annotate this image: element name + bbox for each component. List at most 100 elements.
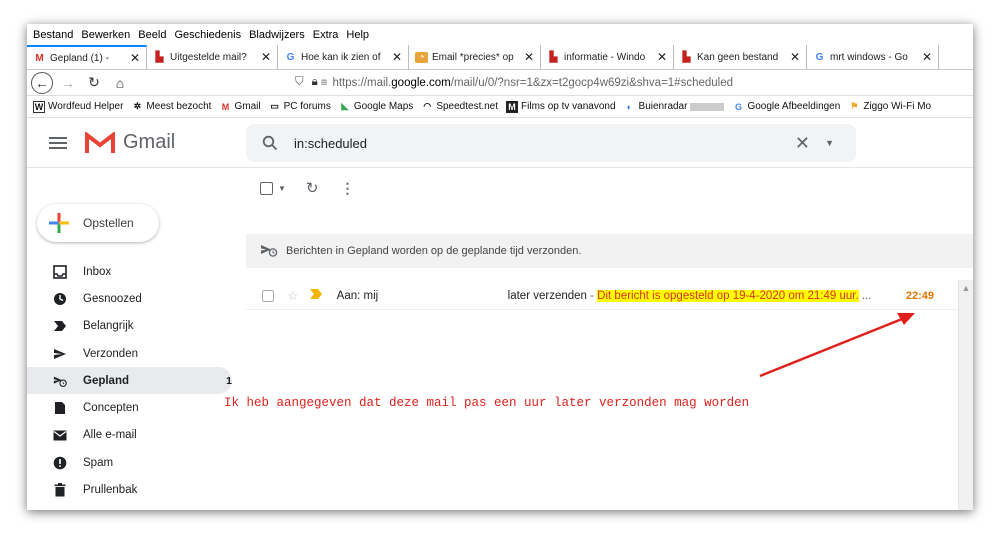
sidebar-item-verzonden[interactable]: Verzonden — [27, 340, 232, 367]
tab-label: Gepland (1) - — [50, 52, 109, 64]
unread-count: 1 — [226, 374, 232, 387]
tab-hoe-kan-ik-zien[interactable]: G Hoe kan ik zien of ✕ — [278, 45, 409, 69]
tab-kan-geen-bestand[interactable]: ▙ Kan geen bestand ✕ — [674, 45, 807, 69]
important-marker-icon[interactable] — [309, 289, 323, 302]
close-icon[interactable]: ✕ — [922, 50, 932, 64]
tab-label: mrt windows - Go — [830, 51, 908, 63]
sidebar-item-alle-email[interactable]: Alle e-mail — [27, 422, 232, 449]
bookmark-speedtest[interactable]: ◠ Speedtest.net — [421, 101, 498, 113]
annotation-text: Ik heb aangegeven dat deze mail pas een … — [224, 396, 750, 410]
bookmark-label: Google Maps — [353, 101, 414, 112]
scroll-up-icon[interactable]: ▲ — [959, 283, 973, 293]
close-icon[interactable]: ✕ — [657, 50, 667, 64]
bookmark-label: Ziggo Wi-Fi Mo — [863, 101, 932, 112]
bookmark-pc-forums[interactable]: ▭ PC forums — [269, 101, 331, 113]
folder-icon: ▭ — [270, 101, 279, 111]
tab-informatie-windows[interactable]: ▙ informatie - Windo ✕ — [541, 45, 674, 69]
sidebar-item-gesnoozed[interactable]: Gesnoozed — [27, 285, 232, 312]
tab-email-precies[interactable]: ◔ Email *precies* op ✕ — [409, 45, 541, 69]
bookmark-wordfeud[interactable]: W Wordfeud Helper — [33, 100, 123, 113]
star-icon[interactable]: ☆ — [287, 288, 299, 304]
compose-button[interactable]: Opstellen — [37, 204, 159, 242]
search-icon[interactable] — [260, 135, 280, 151]
menu-bestand[interactable]: Bestand — [33, 29, 73, 41]
menu-beeld[interactable]: Beeld — [138, 29, 166, 41]
plus-icon — [49, 213, 69, 233]
close-icon[interactable]: ✕ — [790, 50, 800, 64]
url-bar[interactable]: ⛉ 🔒︎ ≡ https://mail. google.com/mail/u/0/… — [295, 76, 733, 89]
row-checkbox[interactable] — [262, 289, 274, 302]
select-dropdown-icon[interactable]: ▼ — [278, 184, 286, 193]
bookmark-label: Meest bezocht — [146, 101, 212, 112]
lock-icon: 🔒︎ — [311, 76, 318, 88]
close-icon[interactable]: ✕ — [130, 51, 140, 65]
scheduled-send-icon — [260, 243, 278, 260]
forum-icon: ▙ — [682, 51, 691, 63]
search-options-dropdown-icon[interactable]: ▼ — [825, 138, 834, 148]
sidebar-item-label: Concepten — [83, 402, 139, 415]
gmail-logo-text: Gmail — [123, 131, 176, 153]
back-button[interactable]: ← — [31, 71, 53, 94]
clear-search-icon[interactable]: ✕ — [795, 133, 810, 154]
close-icon[interactable]: ✕ — [524, 50, 534, 64]
navigation-bar: ← → ↻ ⌂ ⛉ 🔒︎ ≡ https://mail. google.com/m… — [27, 70, 973, 96]
search-input[interactable] — [294, 135, 774, 151]
forward-arrow-icon: → — [61, 74, 75, 91]
sidebar-item-gepland[interactable]: Gepland 1 — [27, 367, 232, 395]
close-icon[interactable]: ✕ — [392, 50, 402, 64]
sidebar-item-prullenbak[interactable]: Prullenbak — [27, 476, 232, 503]
sidebar-item-belangrijk[interactable]: Belangrijk — [27, 313, 232, 340]
gear-icon: ✲ — [133, 101, 142, 111]
url-host: google.com — [391, 76, 451, 89]
menu-bewerken[interactable]: Bewerken — [81, 29, 130, 41]
bookmark-films[interactable]: M Films op tv vanavond — [506, 100, 616, 113]
tab-gepland[interactable]: M Gepland (1) - ✕ — [27, 45, 147, 69]
select-all-checkbox[interactable] — [260, 181, 273, 195]
speedometer-icon: ◠ — [423, 101, 432, 111]
bookmark-google-afbeeldingen[interactable]: G Google Afbeeldingen — [732, 101, 840, 113]
gmail-logo[interactable]: Gmail — [85, 131, 175, 154]
sidebar-item-label: Gepland — [83, 374, 130, 387]
compose-label: Opstellen — [83, 216, 134, 230]
home-icon: ⌂ — [115, 74, 125, 91]
bookmark-label: Films op tv vanavond — [521, 101, 616, 112]
bookmark-meest-bezocht[interactable]: ✲ Meest bezocht — [131, 101, 212, 113]
wordfeud-icon: W — [33, 100, 45, 113]
bookmark-google-maps[interactable]: ◣ Google Maps — [339, 101, 413, 113]
sidebar-item-inbox[interactable]: Inbox — [27, 258, 232, 285]
menu-extra[interactable]: Extra — [313, 29, 339, 41]
gmail-icon: M — [35, 52, 44, 64]
forward-button[interactable]: → — [57, 72, 79, 94]
google-icon: G — [286, 51, 295, 63]
reload-button[interactable]: ↻ — [83, 72, 105, 94]
table-row[interactable]: ☆ Aan: mij later verzenden - Dit bericht… — [246, 282, 958, 310]
tab-mrt-windows[interactable]: G mrt windows - Go ✕ — [807, 45, 939, 69]
bookmark-label: Google Afbeeldingen — [747, 101, 841, 112]
home-button[interactable]: ⌂ — [109, 72, 131, 94]
sidebar-item-concepten[interactable]: Concepten — [27, 394, 232, 421]
menu-geschiedenis[interactable]: Geschiedenis — [174, 29, 241, 41]
tab-uitgestelde-mail[interactable]: ▙ Uitgestelde mail? ✕ — [147, 45, 278, 69]
bookmark-buienradar[interactable]: ◐ Buienradar — [624, 101, 725, 113]
sidebar-item-spam[interactable]: Spam — [27, 449, 232, 476]
snooze-clock-icon — [53, 292, 67, 306]
scrollbar[interactable]: ▲ — [958, 280, 973, 510]
redacted-block — [690, 102, 725, 111]
scheduled-send-icon — [53, 374, 67, 388]
hamburger-menu-icon[interactable] — [49, 134, 67, 152]
inbox-icon — [53, 264, 67, 279]
bookmark-label: PC forums — [283, 101, 331, 112]
tv-icon: M — [506, 100, 519, 113]
menu-help[interactable]: Help — [346, 29, 369, 41]
tab-label: informatie - Windo — [564, 51, 646, 63]
reload-icon: ↻ — [88, 74, 100, 90]
bookmark-gmail[interactable]: M Gmail — [219, 101, 261, 113]
url-path: /mail/u/0/?nsr=1&zx=t2gocp4w69zi&shva=1#… — [450, 76, 733, 89]
bookmark-ziggo[interactable]: ⚑ Ziggo Wi-Fi Mo — [848, 101, 931, 113]
search-bar: ✕ ▼ — [246, 124, 856, 162]
menu-bladwijzers[interactable]: Bladwijzers — [249, 29, 305, 41]
refresh-icon[interactable]: ↻ — [306, 179, 319, 197]
browser-window: Bestand Bewerken Beeld Geschiedenis Blad… — [27, 24, 973, 510]
close-icon[interactable]: ✕ — [261, 50, 271, 64]
more-options-icon[interactable]: ⋮ — [341, 180, 355, 197]
